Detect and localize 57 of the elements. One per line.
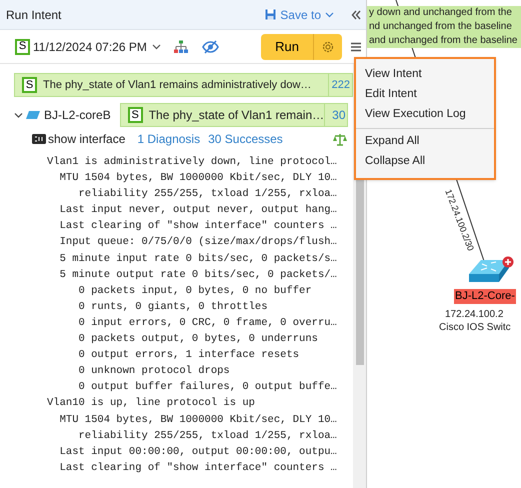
cli-output-line: 5 minute output rate 0 bits/sec, 0 packets/… bbox=[58, 268, 337, 283]
cli-output-line: Input queue: 0/75/0/0 (size/max/drops/flush… bbox=[58, 235, 337, 250]
menu-item[interactable]: View Intent bbox=[356, 65, 494, 85]
menu-item[interactable]: Edit Intent bbox=[356, 85, 494, 105]
scale-icon[interactable] bbox=[333, 132, 347, 146]
menu-item[interactable]: Expand All bbox=[356, 132, 494, 152]
chevron-down-icon bbox=[325, 12, 334, 18]
cli-output-line: 0 runts, 0 giants, 0 throttles bbox=[78, 300, 268, 315]
cli-output-line: reliability 255/255, txload 1/255, rxloa… bbox=[78, 187, 337, 202]
cli-icon bbox=[32, 134, 46, 144]
cli-output-line: 0 input errors, 0 CRC, 0 frame, 0 overru… bbox=[78, 316, 337, 331]
cli-output-line: 0 unknown protocol drops bbox=[78, 364, 230, 380]
menu-item[interactable]: Collapse All bbox=[356, 152, 494, 172]
save-icon bbox=[265, 9, 276, 20]
cli-output-line: 0 packets input, 0 bytes, 0 no buffer bbox=[78, 284, 312, 299]
device-type: Cisco IOS Switc bbox=[439, 321, 511, 334]
cli-output-line: reliability 255/255, txload 1/255, rxloa… bbox=[78, 428, 337, 444]
cli-output-line: MTU 1504 bytes, BW 1000000 Kbit/sec, DLY 10… bbox=[58, 171, 337, 186]
status-badge: S bbox=[128, 107, 143, 123]
device-ip: 172.24.100.2 bbox=[445, 308, 504, 321]
cli-output-line: Last input never, output never, output hang… bbox=[58, 203, 337, 218]
cli-output-line: Last clearing of "show interface" counters … bbox=[58, 460, 337, 476]
successes-link[interactable]: 30 Successes bbox=[208, 130, 283, 148]
topology-icon[interactable] bbox=[174, 40, 188, 54]
summary-text: The phy_state of Vlan1 remains administratively dow… bbox=[43, 78, 312, 93]
highlighted-annotation: y down and unchanged from the bbox=[367, 6, 521, 20]
status-badge: S bbox=[22, 77, 37, 93]
chevron-down-icon[interactable] bbox=[152, 44, 161, 50]
cli-output-line: MTU 1504 bytes, BW 1000000 Kbit/sec, DLY 10… bbox=[58, 412, 337, 428]
cli-output-line: Vlan10 is up, line protocol is up bbox=[47, 396, 255, 412]
chevron-down-icon[interactable] bbox=[14, 110, 23, 120]
status-badge: S bbox=[15, 38, 30, 54]
save-to-button[interactable]: Save to bbox=[265, 6, 334, 24]
summary-banner[interactable]: S The phy_state of Vlan1 remains administratively dow… 222 bbox=[14, 73, 353, 97]
panel-title: Run Intent bbox=[6, 6, 62, 24]
switch-icon bbox=[26, 111, 40, 119]
highlighted-annotation: nd unchanged from the baseline bbox=[367, 20, 521, 34]
cli-output-line: 0 packets output, 0 bytes, 0 underruns bbox=[78, 332, 318, 348]
device-label[interactable]: BJ-L2-Core- bbox=[454, 289, 516, 304]
eye-off-icon[interactable] bbox=[202, 40, 219, 54]
command-name[interactable]: show interface bbox=[48, 130, 126, 148]
cli-output-line: 0 output buffer failures, 0 output buffe… bbox=[78, 380, 337, 396]
highlighted-annotation: and unchanged from the baseline bbox=[367, 34, 521, 48]
cli-output-line: 0 output errors, 1 interface resets bbox=[78, 348, 300, 364]
diagnosis-link[interactable]: 1 Diagnosis bbox=[137, 130, 200, 148]
cli-output-line: Last clearing of "show interface" counters … bbox=[58, 219, 337, 234]
cli-output-line: 5 minute input rate 0 bits/sec, 0 packets/s… bbox=[58, 252, 337, 267]
device-result-text: The phy_state of Vlan1 remain… bbox=[148, 107, 324, 124]
gear-icon bbox=[322, 40, 334, 52]
device-name[interactable]: BJ-L2-coreB bbox=[44, 106, 111, 124]
collapse-icon bbox=[351, 10, 361, 20]
cli-output-line: Last input 00:00:00, output 00:00:00, outpu… bbox=[58, 444, 337, 460]
device-banner[interactable]: S The phy_state of Vlan1 remain… 30 bbox=[120, 103, 348, 127]
run-datetime: 11/12/2024 07:26 PM bbox=[33, 38, 147, 56]
menu-icon bbox=[351, 42, 361, 52]
menu-item[interactable]: View Execution Log bbox=[356, 105, 494, 125]
cli-output-line: Vlan1 is administratively down, line protocol… bbox=[47, 155, 337, 170]
